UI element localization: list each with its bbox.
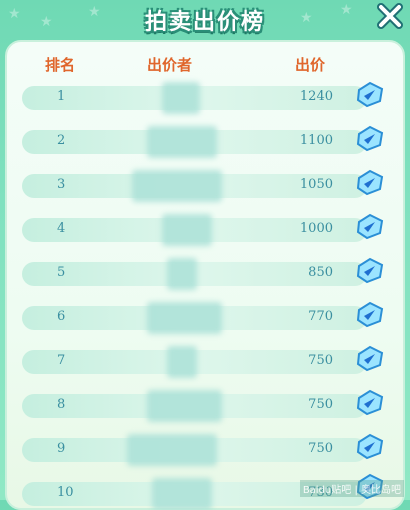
diamond-icon <box>356 213 384 240</box>
rank-cell: 2 <box>57 133 66 148</box>
bidder-name-blurred <box>162 214 212 246</box>
price-cell: 750 <box>308 441 333 456</box>
table-row: 4 1000 <box>22 214 367 246</box>
bid-diamond-button[interactable] <box>355 256 385 284</box>
header-rank: 排名 <box>45 56 76 74</box>
table-row: 3 1050 <box>22 170 367 202</box>
price-cell: 1240 <box>299 89 333 104</box>
diamond-icon <box>356 301 384 328</box>
price-cell: 750 <box>308 353 333 368</box>
rank-cell: 5 <box>57 265 66 280</box>
bidder-name-blurred <box>167 258 197 290</box>
bid-diamond-button[interactable] <box>355 168 385 196</box>
bid-diamond-button[interactable] <box>355 388 385 416</box>
rank-cell: 1 <box>57 89 66 104</box>
bid-diamond-button[interactable] <box>355 344 385 372</box>
table-row: 2 1100 <box>22 126 367 158</box>
table-row: 7 750 <box>22 346 367 378</box>
bidder-name-blurred <box>147 302 222 334</box>
bid-diamond-button[interactable] <box>355 212 385 240</box>
rank-cell: 9 <box>57 441 66 456</box>
diamond-icon <box>356 257 384 284</box>
diamond-icon <box>356 81 384 108</box>
header-bidder: 出价者 <box>147 56 193 74</box>
rank-cell: 3 <box>57 177 66 192</box>
price-cell: 750 <box>308 397 333 412</box>
table-row: 1 1240 <box>22 82 367 114</box>
close-button[interactable] <box>374 0 406 32</box>
rank-cell: 4 <box>57 221 66 236</box>
rank-cell: 6 <box>57 309 66 324</box>
rank-cell: 7 <box>57 353 66 368</box>
ranking-panel: 排名 出价者 出价 1 1240 2 1100 3 1050 4 1000 5 … <box>5 40 405 510</box>
diamond-icon <box>356 389 384 416</box>
table-row: 8 750 <box>22 390 367 422</box>
rank-cell: 10 <box>57 485 74 500</box>
watermark: Baidu贴吧 | 奥比岛吧 <box>299 480 404 497</box>
bid-diamond-button[interactable] <box>355 300 385 328</box>
close-icon <box>377 3 403 29</box>
bidder-name-blurred <box>162 82 200 114</box>
diamond-icon <box>356 433 384 460</box>
price-cell: 1100 <box>299 133 333 148</box>
bidder-name-blurred <box>127 434 217 466</box>
rank-cell: 8 <box>57 397 66 412</box>
diamond-icon <box>356 345 384 372</box>
price-cell: 1050 <box>299 177 333 192</box>
table-header: 排名 出价者 出价 <box>7 54 403 76</box>
bidder-name-blurred <box>132 170 222 202</box>
price-cell: 1000 <box>299 221 333 236</box>
price-cell: 850 <box>308 265 333 280</box>
bidder-name-blurred <box>167 346 197 378</box>
bidder-name-blurred <box>147 126 217 158</box>
bidder-name-blurred <box>152 478 212 510</box>
popup-title: 拍卖出价榜 <box>144 10 265 35</box>
table-row: 6 770 <box>22 302 367 334</box>
header-price: 出价 <box>295 56 326 74</box>
bid-diamond-button[interactable] <box>355 124 385 152</box>
bid-diamond-button[interactable] <box>355 80 385 108</box>
price-cell: 770 <box>308 309 333 324</box>
table-row: 5 850 <box>22 258 367 290</box>
bidder-name-blurred <box>147 390 222 422</box>
bid-diamond-button[interactable] <box>355 432 385 460</box>
diamond-icon <box>356 125 384 152</box>
diamond-icon <box>356 169 384 196</box>
table-row: 9 750 <box>22 434 367 466</box>
